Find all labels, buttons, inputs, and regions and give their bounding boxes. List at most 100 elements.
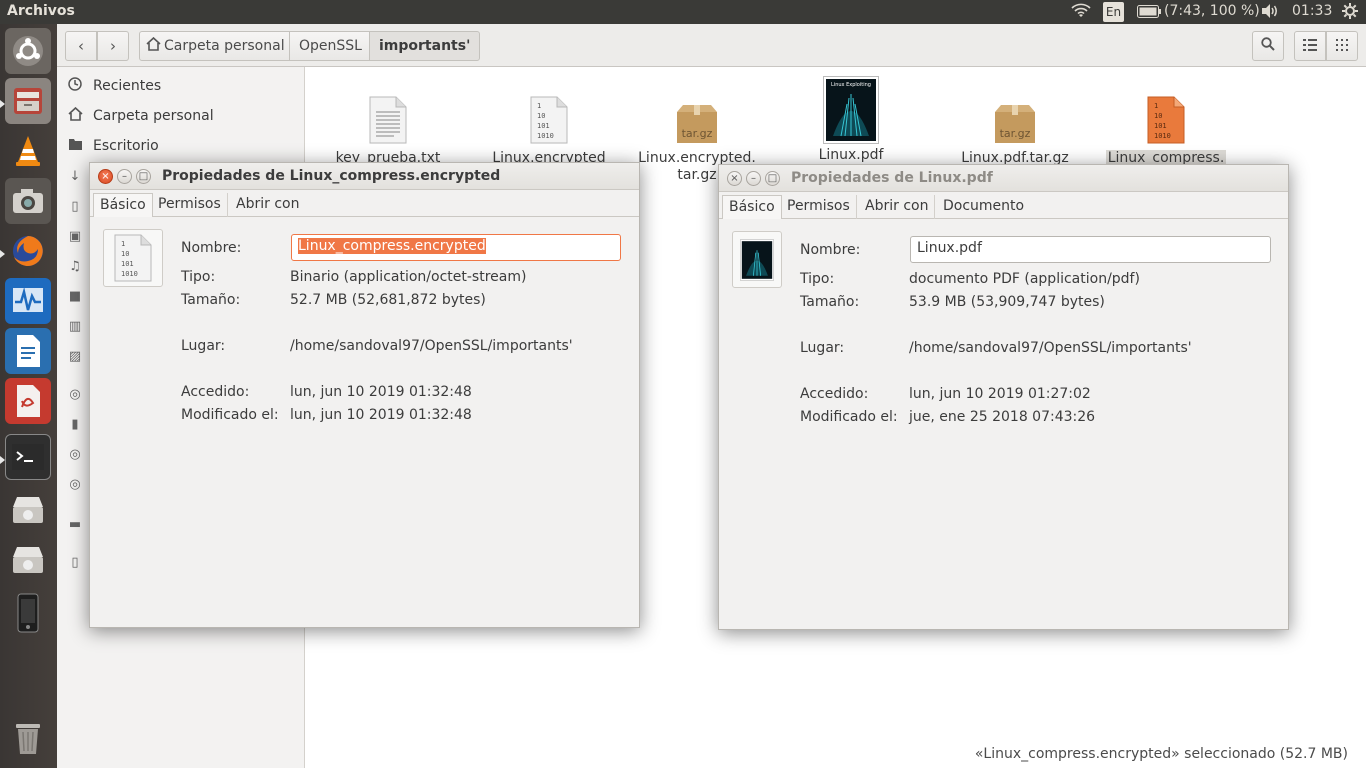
pdf-cover-title: Linux Exploiting — [831, 82, 871, 88]
file-icon-box: 1 10 101 1010 — [103, 229, 163, 287]
modified-value: jue, ene 25 2018 07:43:26 — [909, 409, 1096, 425]
sidebar-item-label: Recientes — [93, 78, 162, 94]
sidebar-item-escritorio[interactable]: Escritorio — [67, 134, 159, 158]
binary-glyph: 1 — [537, 102, 541, 110]
clock[interactable]: 01:33 — [1292, 3, 1332, 19]
dialog-titlebar: × – □ Propiedades de Linux_compress.encr… — [90, 163, 639, 190]
archive-badge: tar.gz — [1000, 127, 1031, 140]
binary-file-icon: 1 10 101 1010 — [114, 234, 152, 282]
tab-basico[interactable]: Básico — [722, 195, 782, 219]
label-nombre: Nombre: — [181, 240, 242, 256]
binary-glyph: 1010 — [537, 132, 554, 140]
minimize-button[interactable]: – — [746, 171, 761, 186]
drive-icon[interactable]: ◎ — [67, 477, 83, 492]
breadcrumb-openssl[interactable]: OpenSSL — [289, 31, 372, 61]
breadcrumb-importants[interactable]: importants' — [369, 31, 481, 61]
keyboard-indicator[interactable]: En — [1103, 2, 1124, 22]
drive-icon[interactable]: ◎ — [67, 447, 83, 462]
binary-file-icon: 1 10 101 1010 — [530, 96, 568, 144]
search-button[interactable] — [1252, 31, 1284, 61]
name-field[interactable]: Linux_compress.encrypted — [291, 234, 621, 261]
writer-icon[interactable] — [5, 328, 51, 374]
label-accedido: Accedido: — [181, 384, 250, 400]
launcher — [0, 24, 57, 768]
dash-icon[interactable] — [5, 28, 51, 74]
file-item[interactable]: tar.gz Linux.pdf.tar.gz — [950, 104, 1080, 167]
menu-button[interactable] — [1326, 31, 1358, 61]
tab-abrir-con[interactable]: Abrir con — [859, 195, 936, 219]
back-button[interactable]: ‹ — [65, 31, 97, 61]
close-button[interactable]: × — [727, 171, 742, 186]
label-tamano: Tamaño: — [800, 294, 860, 310]
gear-icon[interactable] — [1341, 2, 1359, 24]
drive-icon[interactable]: ◎ — [67, 387, 83, 402]
usb-icon[interactable]: ▮ — [67, 417, 83, 432]
documents-icon[interactable]: ▯ — [67, 199, 83, 214]
dialog-tabs: Básico Permisos Abrir con — [90, 190, 639, 217]
archive-badge: tar.gz — [682, 127, 713, 140]
binary-glyph: 101 — [121, 260, 134, 268]
maximize-button[interactable]: □ — [765, 171, 780, 186]
chevron-left-icon: ‹ — [78, 37, 84, 55]
tab-permisos[interactable]: Permisos — [781, 195, 857, 219]
videos-icon[interactable]: ■ — [67, 289, 83, 304]
type-value: documento PDF (application/pdf) — [909, 271, 1140, 287]
phone-device-icon[interactable] — [5, 590, 51, 636]
system-monitor-icon[interactable] — [5, 278, 51, 324]
minimize-button[interactable]: – — [117, 169, 132, 184]
vlc-icon[interactable] — [5, 128, 51, 174]
terminal-icon[interactable] — [5, 434, 51, 480]
file-item[interactable]: Linux Exploiting Linux.pdf — [786, 76, 916, 164]
label-modificado: Modificado el: — [800, 409, 898, 425]
files-app-icon[interactable] — [5, 78, 51, 124]
battery-status[interactable]: (7:43, 100 %) — [1164, 3, 1260, 19]
top-panel: Archivos En (7:43, 100 %) 01:33 — [0, 0, 1366, 24]
phone-icon[interactable]: ▯ — [67, 555, 83, 570]
location-value[interactable]: /home/sandoval97/OpenSSL/importants' — [909, 340, 1192, 356]
music-icon[interactable]: ♫ — [67, 259, 83, 274]
label-nombre: Nombre: — [800, 242, 861, 258]
sidebar-item-recientes[interactable]: Recientes — [67, 74, 161, 98]
wifi-icon[interactable] — [1071, 3, 1091, 23]
file-item-selected[interactable]: 1 10 101 1010 Linux_compress. — [1101, 96, 1231, 167]
maximize-button[interactable]: □ — [136, 169, 151, 184]
volume-icon[interactable] — [1260, 3, 1280, 23]
list-icon — [1303, 37, 1317, 55]
tab-abrir-con[interactable]: Abrir con — [230, 193, 305, 217]
name-field[interactable]: Linux.pdf — [910, 236, 1271, 263]
camera-app-icon[interactable] — [5, 178, 51, 224]
tab-documento[interactable]: Documento — [937, 195, 1030, 219]
tab-permisos[interactable]: Permisos — [152, 193, 228, 217]
type-value: Binario (application/octet-stream) — [290, 269, 527, 285]
size-value: 52.7 MB (52,681,872 bytes) — [290, 292, 486, 308]
sidebar-item-home[interactable]: Carpeta personal — [67, 104, 214, 128]
binary-glyph: 101 — [537, 122, 550, 130]
maximize-icon: □ — [767, 173, 778, 184]
firefox-icon[interactable] — [5, 228, 51, 274]
file-item[interactable]: key_prueba.txt — [323, 96, 453, 167]
sidebar-item-label: Escritorio — [93, 138, 159, 154]
downloads-icon[interactable]: ↓ — [67, 169, 83, 184]
label-lugar: Lugar: — [800, 340, 845, 356]
close-button[interactable]: × — [98, 169, 113, 184]
forward-button[interactable]: › — [97, 31, 129, 61]
battery-icon[interactable] — [1137, 5, 1161, 22]
file-item[interactable]: 1 10 101 1010 Linux.encrypted — [484, 96, 614, 167]
binary-glyph: 10 — [537, 112, 545, 120]
pictures-icon[interactable]: ▣ — [67, 229, 83, 244]
drive-icon[interactable] — [5, 538, 51, 584]
size-value: 53.9 MB (53,909,747 bytes) — [909, 294, 1105, 310]
document-viewer-icon[interactable] — [5, 378, 51, 424]
breadcrumb-home[interactable]: Carpeta personal — [139, 31, 295, 61]
list-view-button[interactable] — [1294, 31, 1326, 61]
accessed-value: lun, jun 10 2019 01:27:02 — [909, 386, 1091, 402]
trash-icon[interactable]: ▥ — [67, 319, 83, 334]
drive-icon[interactable] — [5, 488, 51, 534]
tab-basico[interactable]: Básico — [93, 193, 153, 217]
folder-icon — [67, 138, 83, 155]
folder-icon[interactable]: ▬ — [67, 517, 83, 532]
grid-menu-icon — [1336, 37, 1348, 55]
network-icon[interactable]: ▨ — [67, 349, 83, 364]
location-value[interactable]: /home/sandoval97/OpenSSL/importants' — [290, 338, 573, 354]
trash-icon[interactable] — [5, 714, 51, 760]
